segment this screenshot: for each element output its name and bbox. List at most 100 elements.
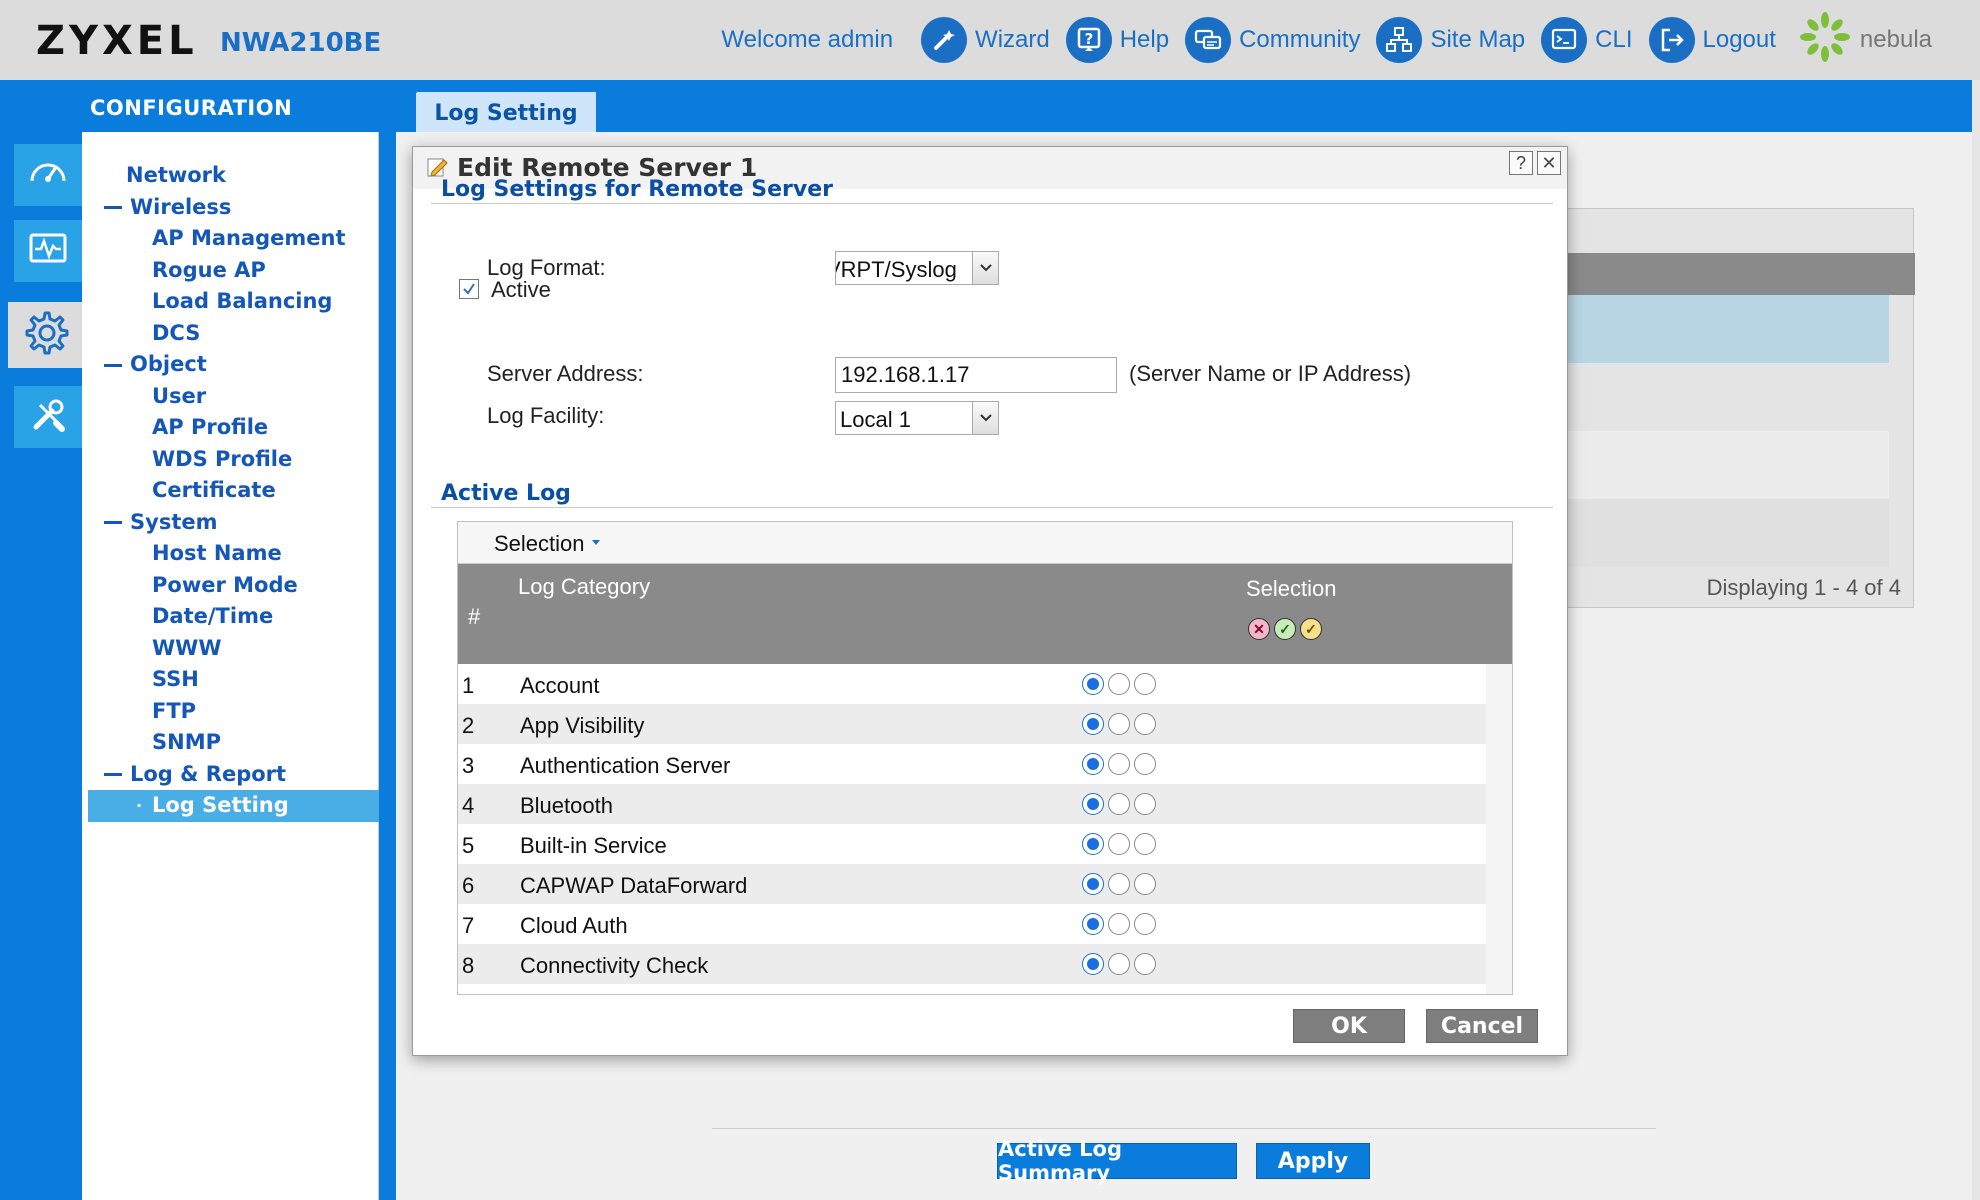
debug-radio[interactable] xyxy=(1134,873,1156,895)
row-number: 6 xyxy=(462,873,475,898)
apply-button[interactable]: Apply xyxy=(1256,1143,1370,1179)
collapse-dash-icon[interactable] xyxy=(104,773,122,776)
dialog-help-button[interactable]: ? xyxy=(1509,151,1533,175)
nav-cli[interactable]: CLI xyxy=(1541,17,1633,63)
table-row[interactable] xyxy=(1561,363,1889,431)
active-log-grid: Selection # Log Category Selection ✕ ✓ ✓… xyxy=(457,521,1513,995)
normal-radio[interactable] xyxy=(1108,713,1130,735)
nebula-label: nebula xyxy=(1859,26,1932,53)
ok-button[interactable]: OK xyxy=(1293,1009,1405,1043)
divider xyxy=(712,1128,1656,1129)
sidebar-item[interactable]: Certificate xyxy=(82,475,379,507)
nav-sitemap[interactable]: Site Map xyxy=(1376,17,1525,63)
rail-monitor[interactable] xyxy=(14,220,82,282)
debug-radio[interactable] xyxy=(1134,913,1156,935)
sidebar-item[interactable]: Date/Time xyxy=(82,601,379,633)
disable-radio[interactable] xyxy=(1082,873,1104,895)
row-number: 7 xyxy=(462,913,475,938)
sidebar-item[interactable]: AP Profile xyxy=(82,412,379,444)
sidebar-item[interactable]: Wireless xyxy=(82,192,379,224)
nav-logout[interactable]: Logout xyxy=(1648,17,1776,63)
tab-log-setting[interactable]: Log Setting xyxy=(416,92,596,134)
edit-icon xyxy=(425,155,449,179)
row-category: Authentication Server xyxy=(520,753,731,778)
sidebar-item[interactable]: WWW xyxy=(82,633,379,665)
chevron-down-icon xyxy=(972,252,998,284)
nav-nebula[interactable]: nebula xyxy=(1798,10,1932,71)
sidebar-item[interactable]: WDS Profile xyxy=(82,444,379,476)
disable-radio[interactable] xyxy=(1082,753,1104,775)
server-address-input[interactable] xyxy=(835,357,1117,393)
active-log-summary-button[interactable]: Active Log Summary xyxy=(997,1137,1237,1185)
nav-community[interactable]: Community xyxy=(1185,17,1360,63)
monitor-icon xyxy=(26,227,70,276)
log-format-label: Log Format: xyxy=(487,255,606,280)
normal-radio[interactable] xyxy=(1108,753,1130,775)
sidebar-item[interactable]: AP Management xyxy=(82,223,379,255)
debug-radio[interactable] xyxy=(1134,833,1156,855)
sidebar-item[interactable]: FTP xyxy=(82,696,379,728)
grid-scrollbar[interactable] xyxy=(1486,664,1512,994)
debug-radio[interactable] xyxy=(1134,753,1156,775)
sidebar-item[interactable]: Power Mode xyxy=(82,570,379,602)
log-format-select[interactable]: VRPT/Syslog xyxy=(835,251,999,285)
collapse-dash-icon[interactable] xyxy=(104,206,122,209)
grid-toolbar: Selection xyxy=(458,522,1512,564)
nav-wizard[interactable]: Wizard xyxy=(921,17,1050,63)
disable-radio[interactable] xyxy=(1082,713,1104,735)
nav-community-label: Community xyxy=(1239,26,1361,53)
normal-radio[interactable] xyxy=(1108,953,1130,975)
disable-radio[interactable] xyxy=(1082,953,1104,975)
sidebar-item[interactable]: Log & Report xyxy=(82,759,379,791)
table-row[interactable] xyxy=(1561,295,1889,363)
table-row[interactable] xyxy=(1561,431,1889,499)
sidebar-item[interactable]: SSH xyxy=(82,664,379,696)
sidebar-item[interactable]: System xyxy=(82,507,379,539)
dialog-close-button[interactable]: ✕ xyxy=(1537,151,1561,175)
debug-radio[interactable] xyxy=(1134,673,1156,695)
nav-help[interactable]: ? Help xyxy=(1065,17,1170,63)
column-category-header: Log Category xyxy=(518,574,651,599)
active-checkbox[interactable] xyxy=(459,279,479,299)
enable-debug-all-icon[interactable]: ✓ xyxy=(1300,618,1322,640)
normal-radio[interactable] xyxy=(1108,673,1130,695)
normal-radio[interactable] xyxy=(1108,793,1130,815)
collapse-dash-icon[interactable] xyxy=(104,363,122,367)
sidebar-item[interactable]: DCS xyxy=(82,318,379,350)
sidebar-item[interactable]: Network xyxy=(82,160,379,192)
sidebar-item[interactable]: Host Name xyxy=(82,538,379,570)
sidebar-item-label: Wireless xyxy=(130,194,232,219)
log-facility-select[interactable]: Local 1 xyxy=(835,401,999,435)
debug-radio[interactable] xyxy=(1134,713,1156,735)
sidebar-splitter[interactable] xyxy=(379,132,396,1200)
normal-radio[interactable] xyxy=(1108,913,1130,935)
disable-all-icon[interactable]: ✕ xyxy=(1248,618,1270,640)
rail-maintenance[interactable] xyxy=(14,386,82,448)
debug-radio[interactable] xyxy=(1134,793,1156,815)
normal-radio[interactable] xyxy=(1108,833,1130,855)
normal-radio[interactable] xyxy=(1108,873,1130,895)
enable-normal-all-icon[interactable]: ✓ xyxy=(1274,618,1296,640)
log-format-value: VRPT/Syslog xyxy=(835,257,957,282)
disable-radio[interactable] xyxy=(1082,673,1104,695)
sidebar-item[interactable]: Rogue AP xyxy=(82,255,379,287)
collapse-dash-icon[interactable] xyxy=(104,521,122,524)
sidebar-item[interactable]: Object xyxy=(82,349,379,381)
nav-sitemap-label: Site Map xyxy=(1430,26,1526,53)
sidebar-item[interactable]: SNMP xyxy=(82,727,379,759)
selection-menu-button[interactable]: Selection xyxy=(494,531,585,557)
table-row[interactable] xyxy=(1561,499,1889,567)
nav-help-label: Help xyxy=(1119,26,1170,53)
rail-configuration[interactable] xyxy=(8,302,82,368)
sidebar-item[interactable]: User xyxy=(82,381,379,413)
sidebar-item-label: Certificate xyxy=(152,478,276,502)
sidebar-item-label: Object xyxy=(130,352,207,376)
disable-radio[interactable] xyxy=(1082,913,1104,935)
disable-radio[interactable] xyxy=(1082,833,1104,855)
rail-dashboard[interactable] xyxy=(14,144,82,206)
debug-radio[interactable] xyxy=(1134,953,1156,975)
disable-radio[interactable] xyxy=(1082,793,1104,815)
sidebar-item[interactable]: Load Balancing xyxy=(82,286,379,318)
cancel-button[interactable]: Cancel xyxy=(1426,1009,1538,1043)
sidebar-item[interactable]: · Log Setting xyxy=(88,790,379,822)
